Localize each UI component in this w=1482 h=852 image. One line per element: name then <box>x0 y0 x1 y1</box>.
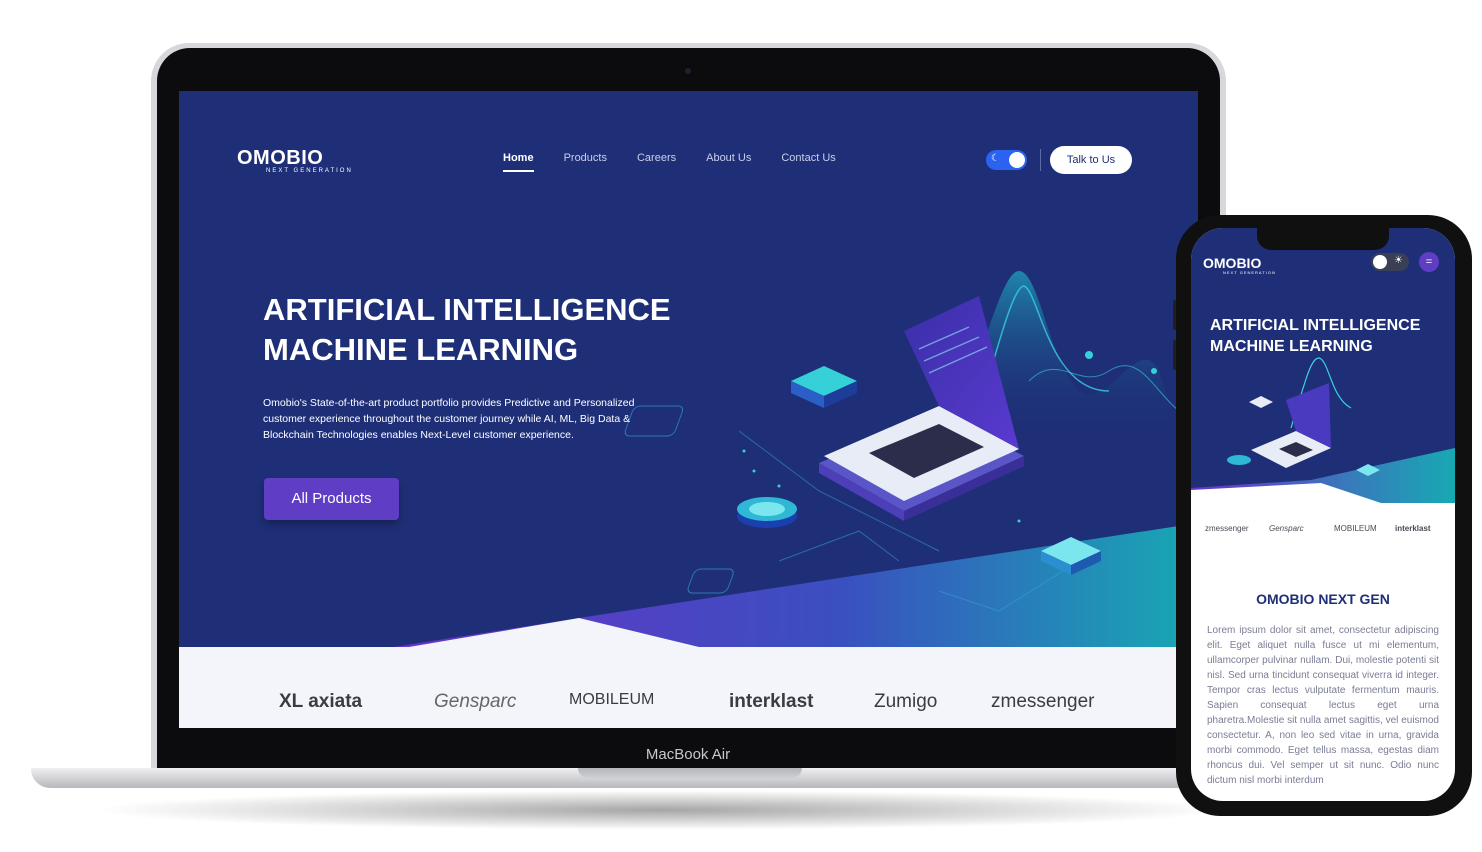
logo-xl-axiata: XL axiata <box>279 691 363 712</box>
talk-to-us-button[interactable]: Talk to Us <box>1050 146 1132 174</box>
logo-zmessenger: zmessenger <box>991 691 1095 712</box>
mobile-section-body: Lorem ipsum dolor sit amet, consectetur … <box>1207 625 1439 786</box>
laptop-base-notch <box>578 768 802 778</box>
nav-divider <box>1040 149 1041 171</box>
mobile-theme-toggle[interactable]: ☀ <box>1371 253 1409 271</box>
sun-icon: ☀ <box>1394 255 1403 266</box>
logo-zumigo: Zumigo <box>874 691 938 712</box>
nav-home[interactable]: Home <box>503 152 534 172</box>
mobile-hero-title-line1: ARTIFICIAL INTELLIGENCE <box>1210 317 1421 334</box>
site-logo[interactable]: OMOBIO NEXT GENERATION <box>237 147 353 174</box>
hero-title: ARTIFICIAL INTELLIGENCE MACHINE LEARNING <box>263 290 723 370</box>
partner-logos-band: XL axiata Gensparc MOBILEUM interklast Z… <box>179 647 1198 728</box>
mobile-logo-interklast: interklast <box>1395 524 1431 533</box>
hero-title-line1: ARTIFICIAL INTELLIGENCE <box>263 292 671 327</box>
mobile-logo-zmessenger: zmessenger <box>1205 524 1249 533</box>
main-nav: Home Products Careers About Us Contact U… <box>503 152 836 172</box>
nav-contact-us[interactable]: Contact Us <box>781 152 835 172</box>
logo-mobileum: MOBILEUM <box>569 691 655 708</box>
toggle-knob <box>1009 152 1025 168</box>
mobile-toggle-knob <box>1373 255 1387 269</box>
mobile-logo-text: OMOBIO <box>1203 255 1262 271</box>
phone-screen: OMOBIO NEXT GENERATION ☀ = ARTIFICIAL INT… <box>1191 228 1455 801</box>
camera-icon <box>685 68 691 74</box>
mobile-hero-title-line2: MACHINE LEARNING <box>1210 338 1373 355</box>
nav-products[interactable]: Products <box>564 152 607 172</box>
laptop-screen: OMOBIO NEXT GENERATION Home Products Care… <box>179 91 1198 728</box>
phone-hero: OMOBIO NEXT GENERATION ☀ = ARTIFICIAL INT… <box>1191 228 1455 503</box>
mobile-site-logo[interactable]: OMOBIO NEXT GENERATION <box>1203 255 1276 275</box>
mobile-hero-title: ARTIFICIAL INTELLIGENCE MACHINE LEARNING <box>1210 315 1450 357</box>
nav-careers[interactable]: Careers <box>637 152 676 172</box>
mockup-stage: OMOBIO NEXT GENERATION Home Products Care… <box>0 0 1482 852</box>
theme-toggle[interactable]: ☾ <box>986 150 1027 170</box>
hero-description: Omobio's State-of-the-art product portfo… <box>263 397 635 441</box>
phone-notch <box>1257 228 1389 250</box>
mobile-logo-mobileum: MOBILEUM <box>1334 524 1377 533</box>
site-logo-text: OMOBIO <box>237 147 324 169</box>
laptop-brand-label: MacBook Air <box>645 746 731 763</box>
menu-icon[interactable]: = <box>1419 252 1439 272</box>
logo-gensparc: Gensparc <box>434 691 517 712</box>
mobile-logo-gensparc: Gensparc <box>1269 524 1304 533</box>
site-logo-subtitle: NEXT GENERATION <box>266 168 353 174</box>
mobile-section-title: OMOBIO NEXT GEN <box>1256 591 1390 607</box>
laptop-shadow <box>90 790 1230 830</box>
hero-title-line2: MACHINE LEARNING <box>263 332 579 367</box>
logo-interklast: interklast <box>729 691 814 712</box>
mobile-logo-subtitle: NEXT GENERATION <box>1223 270 1276 275</box>
moon-icon: ☾ <box>991 153 1000 164</box>
nav-about-us[interactable]: About Us <box>706 152 751 172</box>
all-products-button[interactable]: All Products <box>264 478 399 520</box>
